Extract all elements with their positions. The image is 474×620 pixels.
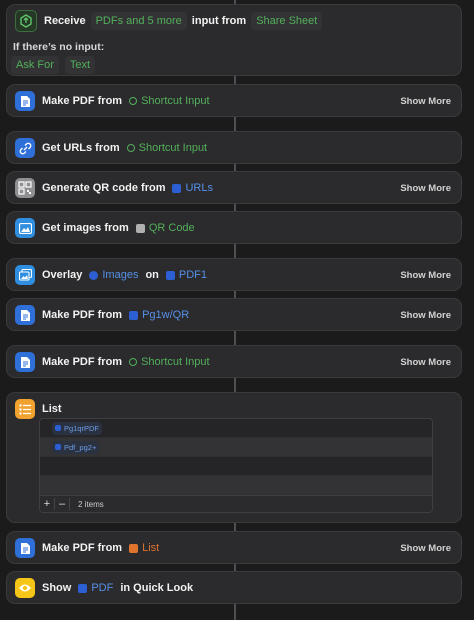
- variable-icon: [129, 97, 138, 105]
- list-icon: [15, 399, 35, 419]
- item-count: 2 items: [78, 499, 104, 509]
- ask-type-token[interactable]: Text: [64, 56, 96, 74]
- variable-icon: [129, 358, 138, 366]
- remove-item-button[interactable]: –: [55, 498, 70, 510]
- shortcut-input-token[interactable]: Shortcut Input: [125, 139, 210, 157]
- generate-qr-action-card[interactable]: Generate QR code from URLs Show More: [6, 171, 462, 204]
- variable-icon: [172, 183, 182, 193]
- share-sheet-icon: [15, 10, 37, 32]
- document-icon: [15, 352, 35, 372]
- document-icon: [15, 305, 35, 325]
- get-images-action-card[interactable]: Get images from QR Code: [6, 211, 462, 244]
- list-action-card[interactable]: List Pg1qrPDF Pdf_pg2+ + – 2 items: [6, 392, 462, 523]
- qr-variable-icon: [135, 223, 145, 233]
- token-text: Images: [102, 269, 139, 281]
- token-text: QR Code: [148, 222, 195, 234]
- action-label: Make PDF from: [42, 309, 123, 321]
- shortcut-input-token[interactable]: Shortcut Input: [127, 92, 212, 110]
- list-empty-row: [40, 457, 432, 476]
- variable-icon: [55, 444, 61, 450]
- make-pdf-action-card[interactable]: Make PDF from Pg1w/QR Show More: [6, 298, 462, 331]
- get-urls-action-card[interactable]: Get URLs from Shortcut Input: [6, 131, 462, 164]
- token-text: Pg1w/QR: [142, 309, 190, 321]
- list-item[interactable]: Pg1qrPDF: [40, 419, 432, 438]
- show-more-button[interactable]: Show More: [400, 270, 451, 281]
- ask-for-token[interactable]: Ask For: [11, 56, 59, 74]
- list-variable-icon: [129, 543, 139, 553]
- list-item-text: Pdf_pg2+: [64, 442, 97, 452]
- action-label: Overlay: [42, 269, 83, 281]
- action-label: Generate QR code from: [42, 182, 166, 194]
- images-token[interactable]: Images: [87, 266, 140, 284]
- pg1wqr-token[interactable]: Pg1w/QR: [127, 306, 191, 324]
- list-item-text: Pg1qrPDF: [64, 423, 100, 433]
- make-pdf-action-card[interactable]: Make PDF from List Show More: [6, 531, 462, 564]
- action-label: List: [42, 403, 62, 415]
- list-item-token[interactable]: Pdf_pg2+: [52, 440, 100, 454]
- input-types-token[interactable]: PDFs and 5 more: [90, 12, 187, 30]
- action-label: Show: [42, 582, 72, 594]
- overlay-action-card[interactable]: Overlay Images on PDF1 Show More: [6, 258, 462, 291]
- list-token[interactable]: List: [127, 539, 161, 557]
- link-icon: [15, 138, 35, 158]
- show-more-button[interactable]: Show More: [400, 543, 451, 554]
- list-item[interactable]: Pdf_pg2+: [40, 438, 432, 457]
- document-icon: [15, 91, 35, 111]
- variable-icon: [89, 270, 99, 280]
- quick-look-action-card[interactable]: Show PDF in Quick Look: [6, 571, 462, 604]
- list-item-token[interactable]: Pg1qrPDF: [52, 421, 103, 435]
- variable-icon: [126, 144, 135, 152]
- document-icon: [15, 538, 35, 558]
- action-label: Make PDF from: [42, 356, 123, 368]
- pdf1-token[interactable]: PDF1: [164, 266, 209, 284]
- make-pdf-action-card[interactable]: Make PDF from Shortcut Input Show More: [6, 345, 462, 378]
- variable-icon: [165, 270, 175, 280]
- action-label: Make PDF from: [42, 95, 123, 107]
- image-icon: [15, 218, 35, 238]
- urls-token[interactable]: URLs: [170, 179, 215, 197]
- token-text: Shortcut Input: [141, 356, 210, 368]
- action-label: Make PDF from: [42, 542, 123, 554]
- qr-code-token[interactable]: QR Code: [134, 219, 197, 237]
- token-text: Shortcut Input: [141, 95, 210, 107]
- token-text: PDF: [91, 582, 114, 594]
- no-input-label: If there’s no input:: [13, 41, 105, 53]
- make-pdf-action-card[interactable]: Make PDF from Shortcut Input Show More: [6, 84, 462, 117]
- variable-icon: [129, 310, 139, 320]
- token-text: List: [142, 542, 160, 554]
- token-text: PDF1: [178, 269, 208, 281]
- receive-label: Receive: [44, 15, 86, 27]
- pdf-token[interactable]: PDF: [76, 579, 115, 597]
- token-text: Shortcut Input: [138, 142, 208, 154]
- quick-look-text: in Quick Look: [120, 582, 194, 594]
- list-empty-row: [40, 476, 432, 495]
- show-more-button[interactable]: Show More: [400, 183, 451, 194]
- list-footer: + – 2 items: [40, 495, 432, 512]
- variable-icon: [78, 583, 88, 593]
- overlay-image-icon: [15, 265, 35, 285]
- add-item-button[interactable]: +: [40, 498, 55, 510]
- action-label: Get URLs from: [42, 142, 120, 154]
- eye-icon: [15, 578, 35, 598]
- source-token[interactable]: Share Sheet: [251, 12, 323, 30]
- receive-middle-text: input from: [191, 15, 247, 27]
- show-more-button[interactable]: Show More: [400, 357, 451, 368]
- shortcut-input-token[interactable]: Shortcut Input: [127, 353, 212, 371]
- variable-icon: [55, 425, 61, 431]
- show-more-button[interactable]: Show More: [400, 96, 451, 107]
- token-text: URLs: [185, 182, 213, 194]
- overlay-on-text: on: [145, 269, 159, 281]
- qr-code-icon: [15, 178, 35, 198]
- action-label: Get images from: [42, 222, 129, 234]
- show-more-button[interactable]: Show More: [400, 310, 451, 321]
- list-editor: Pg1qrPDF Pdf_pg2+ + – 2 items: [39, 418, 433, 513]
- receive-action-card[interactable]: Receive PDFs and 5 more input from Share…: [6, 4, 462, 76]
